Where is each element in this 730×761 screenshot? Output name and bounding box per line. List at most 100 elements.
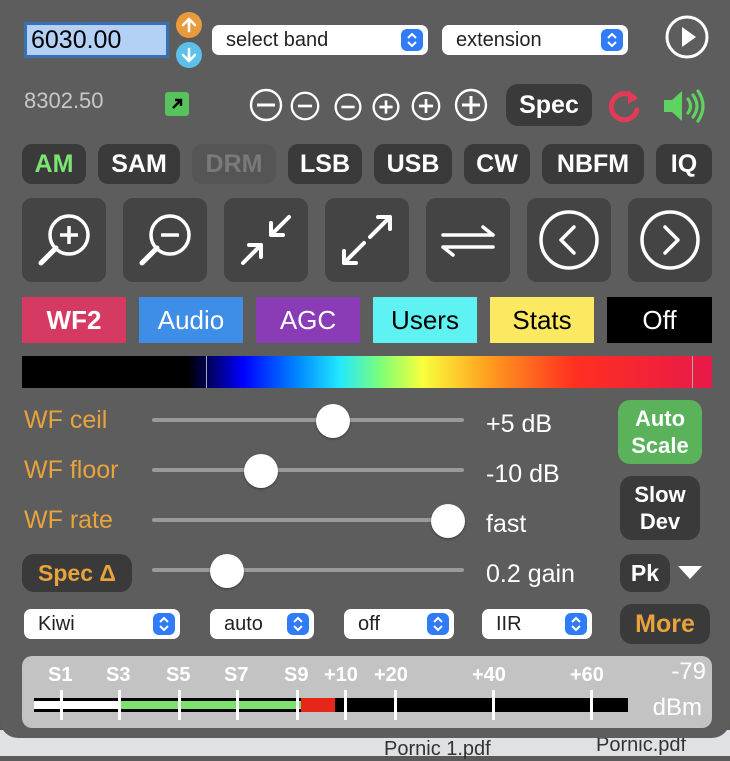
secondary-frequency: 8302.50 bbox=[24, 88, 104, 113]
s-meter: S1 S3 S5 S7 S9 +10 +20 +40 +60 bbox=[22, 656, 712, 728]
desktop-file-label[interactable]: Pornic 1.pdf bbox=[384, 738, 491, 761]
s-meter-label: +40 bbox=[472, 664, 506, 686]
refresh-icon[interactable] bbox=[604, 86, 644, 126]
mode-lsb-button[interactable]: LSB bbox=[288, 144, 362, 184]
colorbar-floor-marker[interactable] bbox=[206, 356, 207, 388]
tab-wf2[interactable]: WF2 bbox=[22, 297, 126, 343]
s-meter-tick bbox=[344, 690, 347, 720]
iir-select[interactable]: IIR bbox=[482, 609, 592, 639]
s-meter-tick bbox=[60, 690, 63, 720]
s-meter-tick bbox=[118, 690, 121, 720]
pan-right-button[interactable] bbox=[628, 198, 712, 282]
speaker-icon[interactable] bbox=[660, 86, 708, 126]
off-select-value: off bbox=[358, 612, 380, 635]
tab-stats[interactable]: Stats bbox=[490, 297, 594, 343]
spec-button[interactable]: Spec bbox=[506, 84, 592, 126]
control-panel: 6030.00 select band extension 8302.50 Sp… bbox=[0, 0, 730, 738]
swap-button[interactable] bbox=[426, 198, 510, 282]
spec-delta-button[interactable]: Spec Δ bbox=[22, 554, 132, 592]
pk-dropdown-icon[interactable] bbox=[678, 566, 702, 579]
mode-drm-button[interactable]: DRM bbox=[192, 144, 276, 184]
auto-select-value: auto bbox=[224, 612, 263, 635]
wf-rate-value: fast bbox=[486, 510, 527, 538]
extension-select[interactable]: extension bbox=[442, 25, 628, 55]
s-meter-peak bbox=[301, 698, 335, 712]
play-icon[interactable] bbox=[664, 14, 710, 60]
s-meter-label: S9 bbox=[284, 664, 309, 686]
slow-dev-button[interactable]: Slow Dev bbox=[620, 476, 700, 540]
tab-off[interactable]: Off bbox=[607, 297, 712, 343]
wf-rate-thumb[interactable] bbox=[431, 504, 466, 538]
wf-floor-value: -10 dB bbox=[486, 460, 560, 488]
frequency-value[interactable]: 6030.00 bbox=[31, 25, 121, 55]
wf-floor-slider[interactable] bbox=[152, 468, 464, 472]
s-meter-bar bbox=[34, 698, 628, 712]
chevron-updown-icon bbox=[153, 613, 175, 635]
iir-select-value: IIR bbox=[496, 612, 522, 635]
more-button[interactable]: More bbox=[620, 604, 710, 644]
s-meter-label: +10 bbox=[324, 664, 358, 686]
mode-iq-button[interactable]: IQ bbox=[656, 144, 712, 184]
pk-button[interactable]: Pk bbox=[620, 554, 670, 592]
external-link-icon[interactable] bbox=[165, 92, 189, 116]
auto-scale-line2: Scale bbox=[631, 433, 689, 458]
mode-am-button[interactable]: AM bbox=[22, 144, 86, 184]
wf-rate-label: WF rate bbox=[24, 506, 113, 534]
zoom-out-max-icon[interactable] bbox=[249, 88, 283, 122]
zoom-out-button[interactable] bbox=[123, 198, 207, 282]
zoom-in-button[interactable] bbox=[22, 198, 106, 282]
spec-delta-thumb[interactable] bbox=[209, 554, 244, 588]
chevron-updown-icon bbox=[427, 613, 449, 635]
zoom-in-step-icon[interactable] bbox=[372, 93, 400, 121]
mode-usb-button[interactable]: USB bbox=[374, 144, 452, 184]
colorbar-ceil-marker[interactable] bbox=[692, 356, 693, 388]
pan-left-button[interactable] bbox=[527, 198, 611, 282]
wf-floor-thumb[interactable] bbox=[244, 454, 279, 488]
zoom-max-button[interactable] bbox=[325, 198, 409, 282]
zoom-min-button[interactable] bbox=[224, 198, 308, 282]
chevron-updown-icon bbox=[601, 29, 623, 51]
zoom-in-more-icon[interactable] bbox=[411, 91, 441, 121]
s-meter-label: S3 bbox=[106, 664, 131, 686]
wf-ceil-thumb[interactable] bbox=[315, 404, 350, 438]
band-select[interactable]: select band bbox=[212, 25, 428, 55]
auto-select[interactable]: auto bbox=[210, 609, 314, 639]
mode-sam-button[interactable]: SAM bbox=[98, 144, 180, 184]
s-meter-label: S1 bbox=[48, 664, 73, 686]
s-meter-label: S5 bbox=[166, 664, 191, 686]
zoom-out-more-icon[interactable] bbox=[290, 91, 320, 121]
auto-scale-line1: Auto bbox=[634, 406, 686, 431]
s-meter-label: +20 bbox=[374, 664, 408, 686]
swap-icon bbox=[441, 225, 495, 257]
wf-ceil-value: +5 dB bbox=[486, 410, 553, 438]
wf-floor-label: WF floor bbox=[24, 456, 119, 484]
wf-rate-slider[interactable] bbox=[152, 518, 464, 522]
zoom-out-step-icon[interactable] bbox=[334, 93, 362, 121]
source-select[interactable]: Kiwi bbox=[24, 609, 180, 639]
mode-nbfm-button[interactable]: NBFM bbox=[542, 144, 644, 184]
frequency-step-up-icon[interactable] bbox=[176, 12, 202, 38]
mode-cw-button[interactable]: CW bbox=[464, 144, 530, 184]
chevron-updown-icon bbox=[565, 613, 587, 635]
waterfall-colorbar[interactable] bbox=[22, 356, 712, 388]
s-meter-dbm-value: -79 bbox=[671, 658, 706, 685]
zoom-min-icon bbox=[241, 215, 291, 265]
band-select-value: select band bbox=[226, 28, 329, 51]
tab-users[interactable]: Users bbox=[373, 297, 477, 343]
s-meter-tick bbox=[492, 690, 495, 720]
off-select[interactable]: off bbox=[344, 609, 454, 639]
zoom-in-max-icon[interactable] bbox=[454, 88, 488, 122]
wf-ceil-slider[interactable] bbox=[152, 418, 464, 422]
tab-audio[interactable]: Audio bbox=[139, 297, 243, 343]
s-meter-label: +60 bbox=[570, 664, 604, 686]
spec-delta-slider[interactable] bbox=[152, 568, 464, 572]
auto-scale-button[interactable]: Auto Scale bbox=[618, 400, 702, 464]
zoom-max-icon bbox=[342, 215, 392, 265]
wf-ceil-label: WF ceil bbox=[24, 406, 108, 434]
frequency-step-down-icon[interactable] bbox=[176, 42, 202, 68]
s-meter-label: S7 bbox=[224, 664, 249, 686]
tab-agc[interactable]: AGC bbox=[256, 297, 360, 343]
zoom-out-icon bbox=[139, 214, 191, 266]
s-meter-dbm-unit: dBm bbox=[652, 694, 702, 721]
pan-right-icon bbox=[640, 210, 700, 270]
